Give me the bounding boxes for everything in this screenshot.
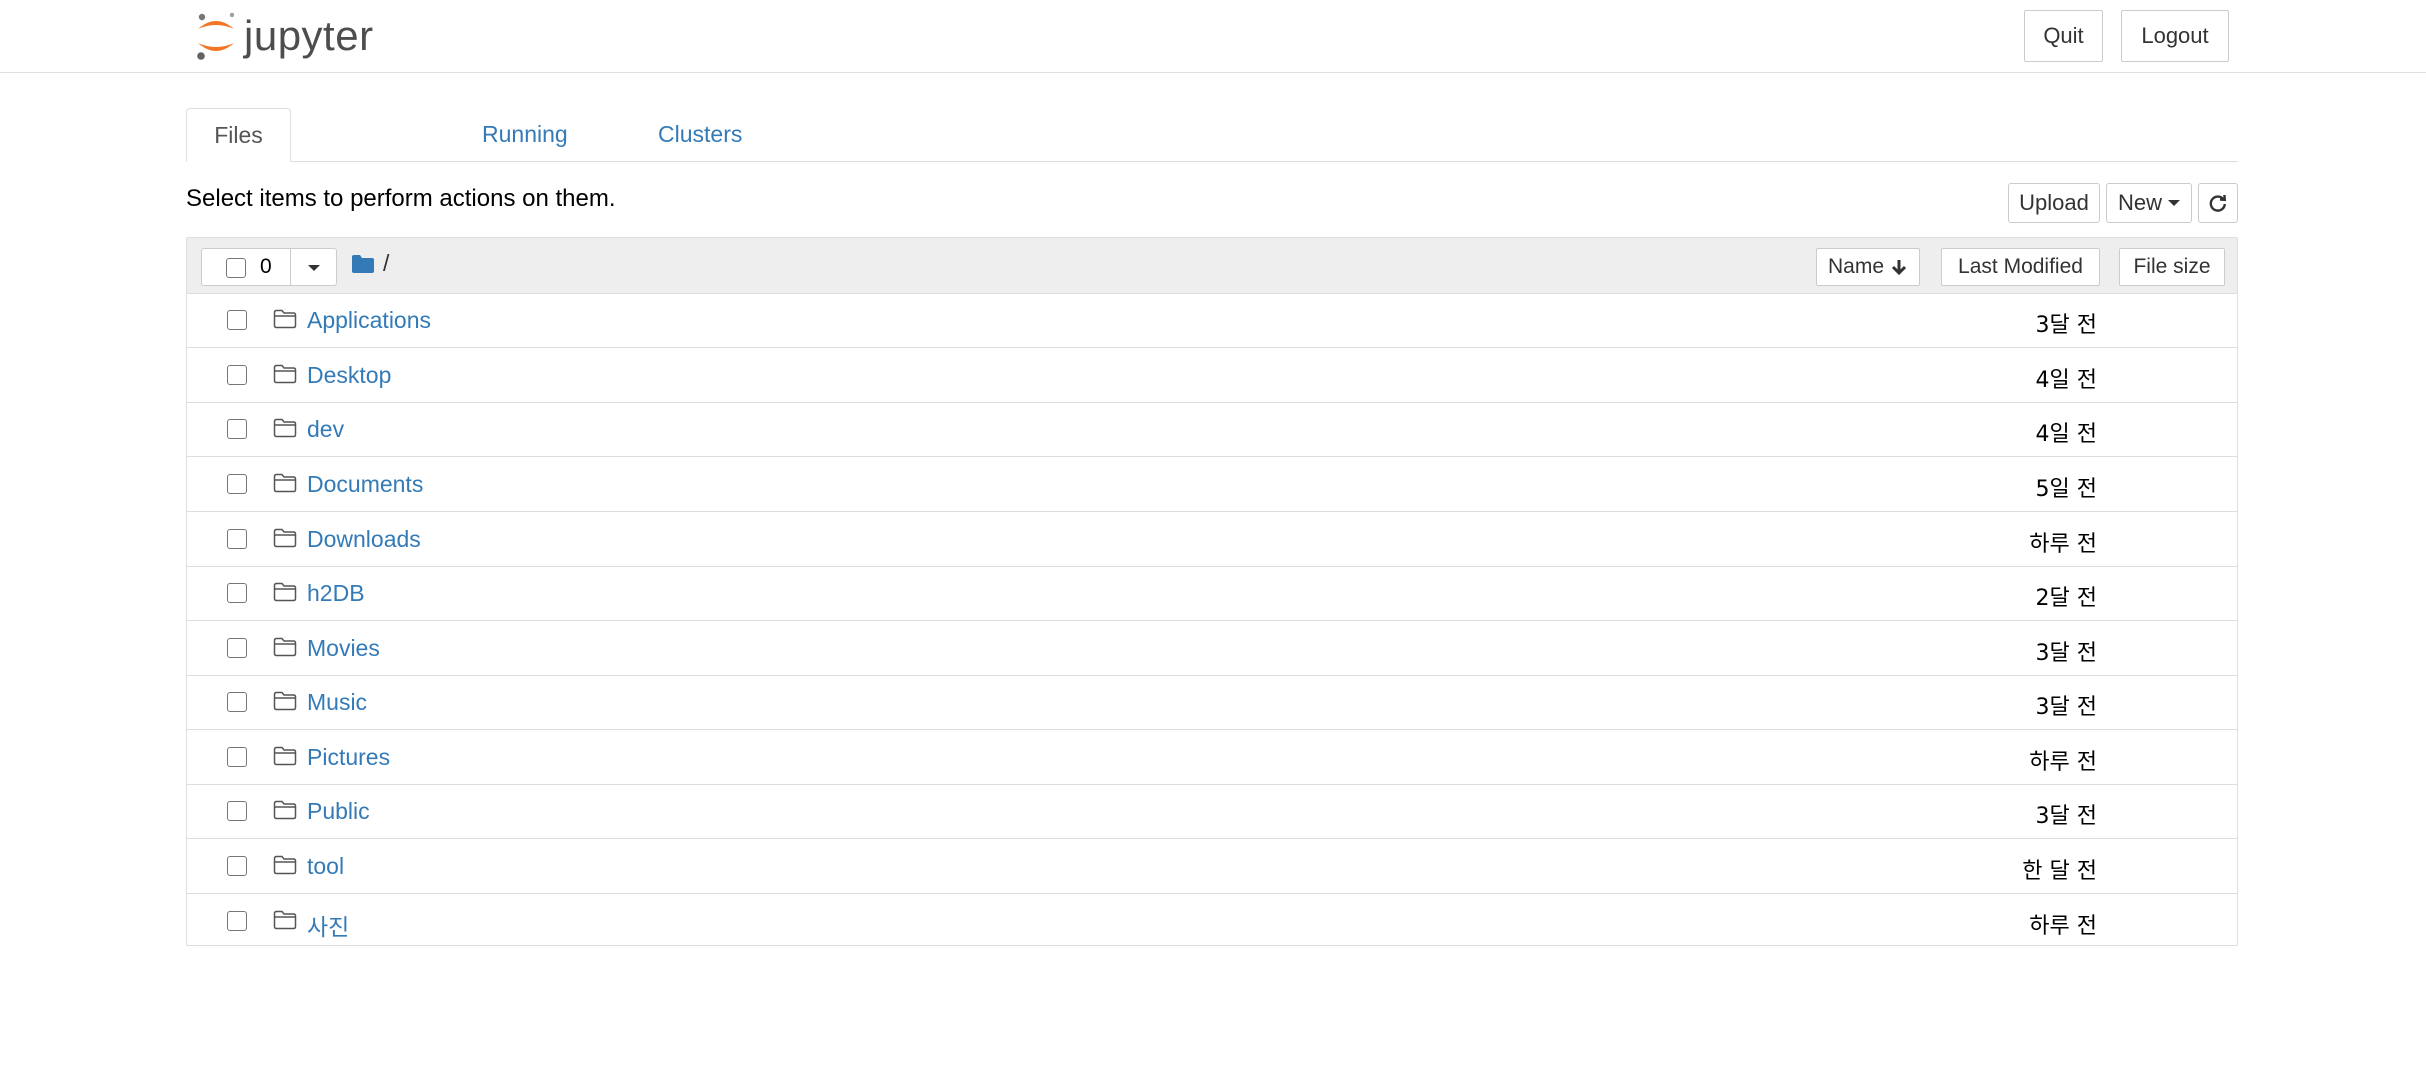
top-header: jupyter Quit Logout bbox=[0, 0, 2426, 73]
breadcrumb: / bbox=[351, 250, 389, 277]
file-row[interactable]: Movies 3달 전 bbox=[187, 622, 2237, 676]
file-name-link[interactable]: tool bbox=[307, 853, 344, 880]
row-checkbox[interactable] bbox=[227, 419, 247, 439]
file-row[interactable]: Music 3달 전 bbox=[187, 676, 2237, 730]
refresh-button[interactable] bbox=[2198, 183, 2238, 223]
logo-text: jupyter bbox=[244, 12, 374, 59]
folder-icon bbox=[273, 800, 297, 825]
file-modified: 3달 전 bbox=[2035, 804, 2097, 829]
file-name-link[interactable]: h2DB bbox=[307, 580, 365, 607]
file-row[interactable]: Downloads 하루 전 bbox=[187, 513, 2237, 567]
folder-icon bbox=[273, 364, 297, 389]
row-checkbox[interactable] bbox=[227, 746, 247, 767]
sort-by-name-button[interactable]: Name bbox=[1816, 248, 1920, 286]
sort-by-size-button[interactable]: File size bbox=[2119, 248, 2225, 286]
file-row[interactable]: dev 4일 전 bbox=[187, 403, 2237, 457]
file-modified: 3달 전 bbox=[2035, 313, 2097, 338]
caret-down-icon bbox=[2168, 200, 2180, 206]
file-list-header: 0 / Name Last Modified File size bbox=[187, 238, 2237, 294]
upload-button[interactable]: Upload bbox=[2008, 183, 2100, 223]
folder-icon bbox=[273, 746, 297, 771]
file-modified: 3달 전 bbox=[2035, 640, 2097, 666]
row-checkbox[interactable] bbox=[227, 528, 247, 549]
folder-icon bbox=[273, 309, 297, 334]
tab-clusters[interactable]: Clusters bbox=[658, 108, 742, 161]
selection-hint: Select items to perform actions on them. bbox=[186, 185, 616, 212]
file-name-link[interactable]: Music bbox=[307, 689, 367, 716]
tab-files[interactable]: Files bbox=[186, 108, 291, 162]
tab-bar: Files Running Clusters bbox=[186, 108, 2238, 162]
folder-icon bbox=[273, 418, 297, 443]
file-modified: 하루 전 bbox=[2029, 749, 2097, 775]
file-row[interactable]: h2DB 2달 전 bbox=[187, 567, 2237, 621]
select-all-group[interactable]: 0 bbox=[201, 248, 337, 286]
file-modified: 3달 전 bbox=[2035, 695, 2097, 720]
jupyter-logo[interactable]: jupyter bbox=[194, 8, 374, 64]
row-checkbox[interactable] bbox=[227, 801, 247, 821]
folder-icon bbox=[273, 910, 297, 935]
select-dropdown-caret-icon[interactable] bbox=[308, 265, 320, 271]
file-row[interactable]: Pictures 하루 전 bbox=[187, 731, 2237, 785]
file-row[interactable]: Documents 5일 전 bbox=[187, 458, 2237, 512]
folder-icon bbox=[273, 855, 297, 880]
folder-icon bbox=[273, 637, 297, 662]
row-checkbox[interactable] bbox=[227, 856, 247, 876]
row-checkbox[interactable] bbox=[227, 583, 247, 603]
file-name-link[interactable]: Public bbox=[307, 798, 370, 825]
file-modified: 4일 전 bbox=[2035, 422, 2097, 447]
file-modified: 5일 전 bbox=[2035, 476, 2097, 502]
selected-count: 0 bbox=[260, 255, 272, 278]
tab-running[interactable]: Running bbox=[482, 108, 568, 161]
file-name-link[interactable]: 사진 bbox=[307, 908, 349, 942]
file-row[interactable]: Public 3달 전 bbox=[187, 785, 2237, 839]
folder-icon bbox=[273, 473, 297, 498]
breadcrumb-root[interactable]: / bbox=[383, 250, 389, 277]
sort-by-modified-button[interactable]: Last Modified bbox=[1941, 248, 2100, 286]
file-name-link[interactable]: Desktop bbox=[307, 362, 391, 389]
file-name-link[interactable]: Documents bbox=[307, 471, 423, 498]
file-name-link[interactable]: Pictures bbox=[307, 744, 390, 771]
file-row[interactable]: 사진 하루 전 bbox=[187, 895, 2237, 949]
file-name-link[interactable]: Movies bbox=[307, 635, 380, 662]
logout-button[interactable]: Logout bbox=[2121, 10, 2229, 62]
file-modified: 하루 전 bbox=[2029, 913, 2097, 939]
row-checkbox[interactable] bbox=[227, 637, 247, 658]
divider bbox=[290, 249, 291, 285]
quit-button[interactable]: Quit bbox=[2024, 10, 2103, 62]
jupyter-logo-icon bbox=[197, 12, 235, 60]
new-dropdown-button[interactable]: New bbox=[2106, 183, 2192, 223]
folder-icon bbox=[273, 582, 297, 607]
row-checkbox[interactable] bbox=[227, 692, 247, 712]
sort-name-label: Name bbox=[1827, 255, 1885, 278]
file-modified: 하루 전 bbox=[2029, 531, 2097, 557]
file-modified: 한 달 전 bbox=[2022, 859, 2097, 884]
arrow-down-icon bbox=[1891, 260, 1907, 276]
file-row[interactable]: Desktop 4일 전 bbox=[187, 349, 2237, 403]
file-name-link[interactable]: dev bbox=[307, 416, 344, 443]
folder-filled-icon[interactable] bbox=[351, 254, 375, 274]
file-name-link[interactable]: Applications bbox=[307, 307, 431, 334]
row-checkbox[interactable] bbox=[227, 364, 247, 385]
file-list: 0 / Name Last Modified File size Applica… bbox=[186, 237, 2238, 946]
file-name-link[interactable]: Downloads bbox=[307, 526, 421, 553]
folder-icon bbox=[273, 691, 297, 716]
row-checkbox[interactable] bbox=[227, 910, 247, 931]
row-checkbox[interactable] bbox=[227, 310, 247, 330]
refresh-icon bbox=[2209, 194, 2227, 212]
file-modified: 4일 전 bbox=[2035, 367, 2097, 393]
file-row[interactable]: tool 한 달 전 bbox=[187, 840, 2237, 894]
file-row[interactable]: Applications 3달 전 bbox=[187, 294, 2237, 348]
folder-icon bbox=[273, 528, 297, 553]
file-modified: 2달 전 bbox=[2035, 586, 2097, 611]
new-button-label: New bbox=[2117, 190, 2162, 215]
row-checkbox[interactable] bbox=[227, 473, 247, 494]
select-all-checkbox[interactable] bbox=[226, 258, 246, 278]
